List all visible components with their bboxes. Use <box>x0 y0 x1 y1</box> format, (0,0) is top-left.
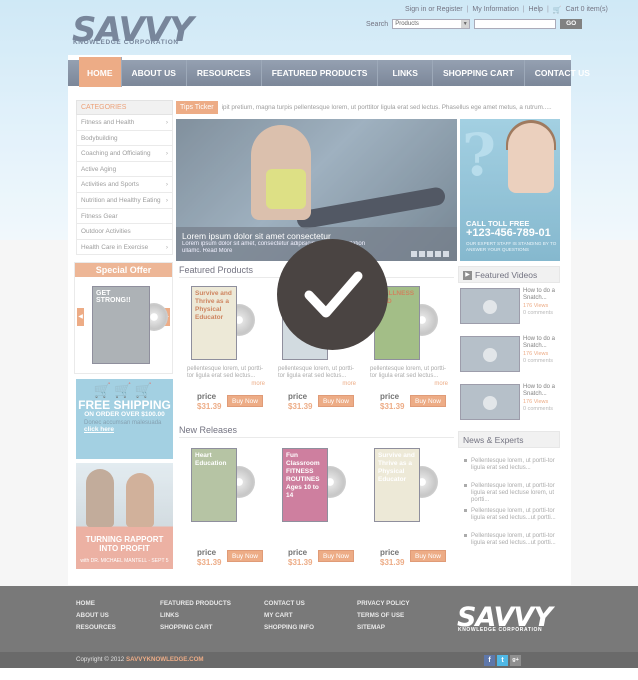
checkmark-icon <box>277 239 388 350</box>
